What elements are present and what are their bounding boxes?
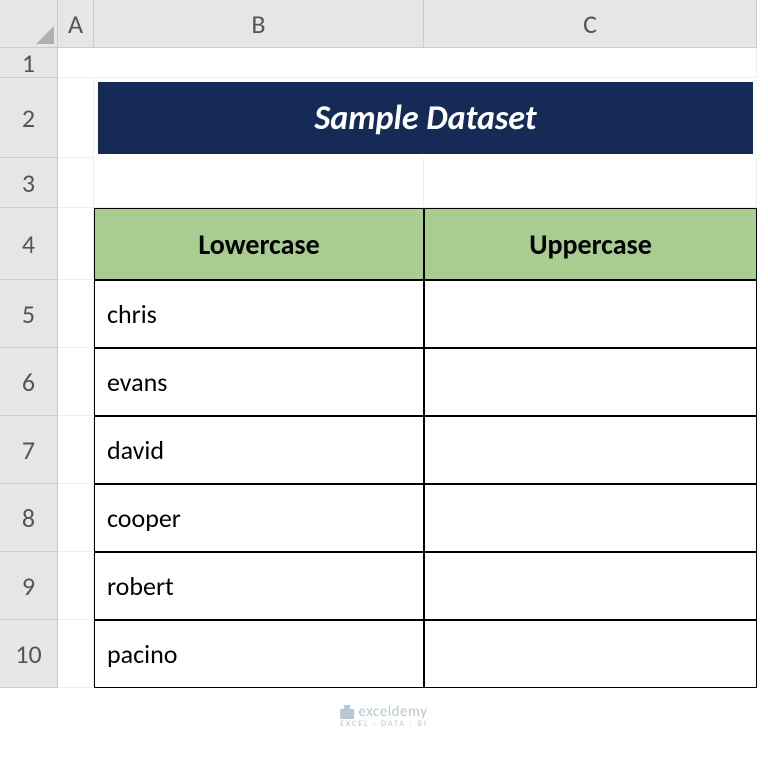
row-header-3[interactable]: 3	[0, 158, 58, 208]
cell-A8[interactable]	[58, 484, 94, 552]
cell-lowercase-0[interactable]: chris	[94, 280, 424, 348]
cell-B3[interactable]	[94, 158, 424, 208]
cell-A7[interactable]	[58, 416, 94, 484]
cell-uppercase-0[interactable]	[424, 280, 757, 348]
watermark-tagline: EXCEL · DATA · BI	[340, 719, 428, 729]
cell-A4[interactable]	[58, 208, 94, 280]
select-all-corner[interactable]	[0, 0, 58, 48]
row-header-1[interactable]: 1	[0, 48, 58, 78]
row-header-7[interactable]: 7	[0, 416, 58, 484]
cell-lowercase-2[interactable]: david	[94, 416, 424, 484]
cell-uppercase-3[interactable]	[424, 484, 757, 552]
column-header-A[interactable]: A	[58, 0, 94, 48]
cell-A5[interactable]	[58, 280, 94, 348]
table-header-lowercase[interactable]: Lowercase	[94, 208, 424, 280]
cell-uppercase-5[interactable]	[424, 620, 757, 688]
table-header-uppercase[interactable]: Uppercase	[424, 208, 757, 280]
watermark-brand: exceldemy	[359, 703, 428, 721]
cell-lowercase-1[interactable]: evans	[94, 348, 424, 416]
row-header-4[interactable]: 4	[0, 208, 58, 280]
column-header-C[interactable]: C	[424, 0, 757, 48]
cell-A2[interactable]	[58, 78, 94, 158]
cell-C3[interactable]	[424, 158, 757, 208]
row-header-5[interactable]: 5	[0, 280, 58, 348]
row-header-10[interactable]: 10	[0, 620, 58, 688]
title-text: Sample Dataset	[98, 82, 753, 154]
cell-A9[interactable]	[58, 552, 94, 620]
cell-uppercase-1[interactable]	[424, 348, 757, 416]
row-header-6[interactable]: 6	[0, 348, 58, 416]
cell-lowercase-5[interactable]: pacino	[94, 620, 424, 688]
watermark: exceldemy EXCEL · DATA · BI	[340, 703, 428, 729]
cell-uppercase-4[interactable]	[424, 552, 757, 620]
select-all-icon	[36, 26, 54, 44]
cell-A6[interactable]	[58, 348, 94, 416]
spreadsheet-grid: A B C 1 2 Sample Dataset 3 4 Lowercase U…	[0, 0, 768, 688]
row-header-9[interactable]: 9	[0, 552, 58, 620]
title-merged-cell[interactable]: Sample Dataset	[94, 78, 757, 158]
column-header-B[interactable]: B	[94, 0, 424, 48]
cell-row1[interactable]	[58, 48, 757, 78]
cell-A3[interactable]	[58, 158, 94, 208]
cell-uppercase-2[interactable]	[424, 416, 757, 484]
watermark-icon	[341, 705, 355, 719]
cell-lowercase-4[interactable]: robert	[94, 552, 424, 620]
cell-lowercase-3[interactable]: cooper	[94, 484, 424, 552]
row-header-8[interactable]: 8	[0, 484, 58, 552]
cell-A10[interactable]	[58, 620, 94, 688]
row-header-2[interactable]: 2	[0, 78, 58, 158]
